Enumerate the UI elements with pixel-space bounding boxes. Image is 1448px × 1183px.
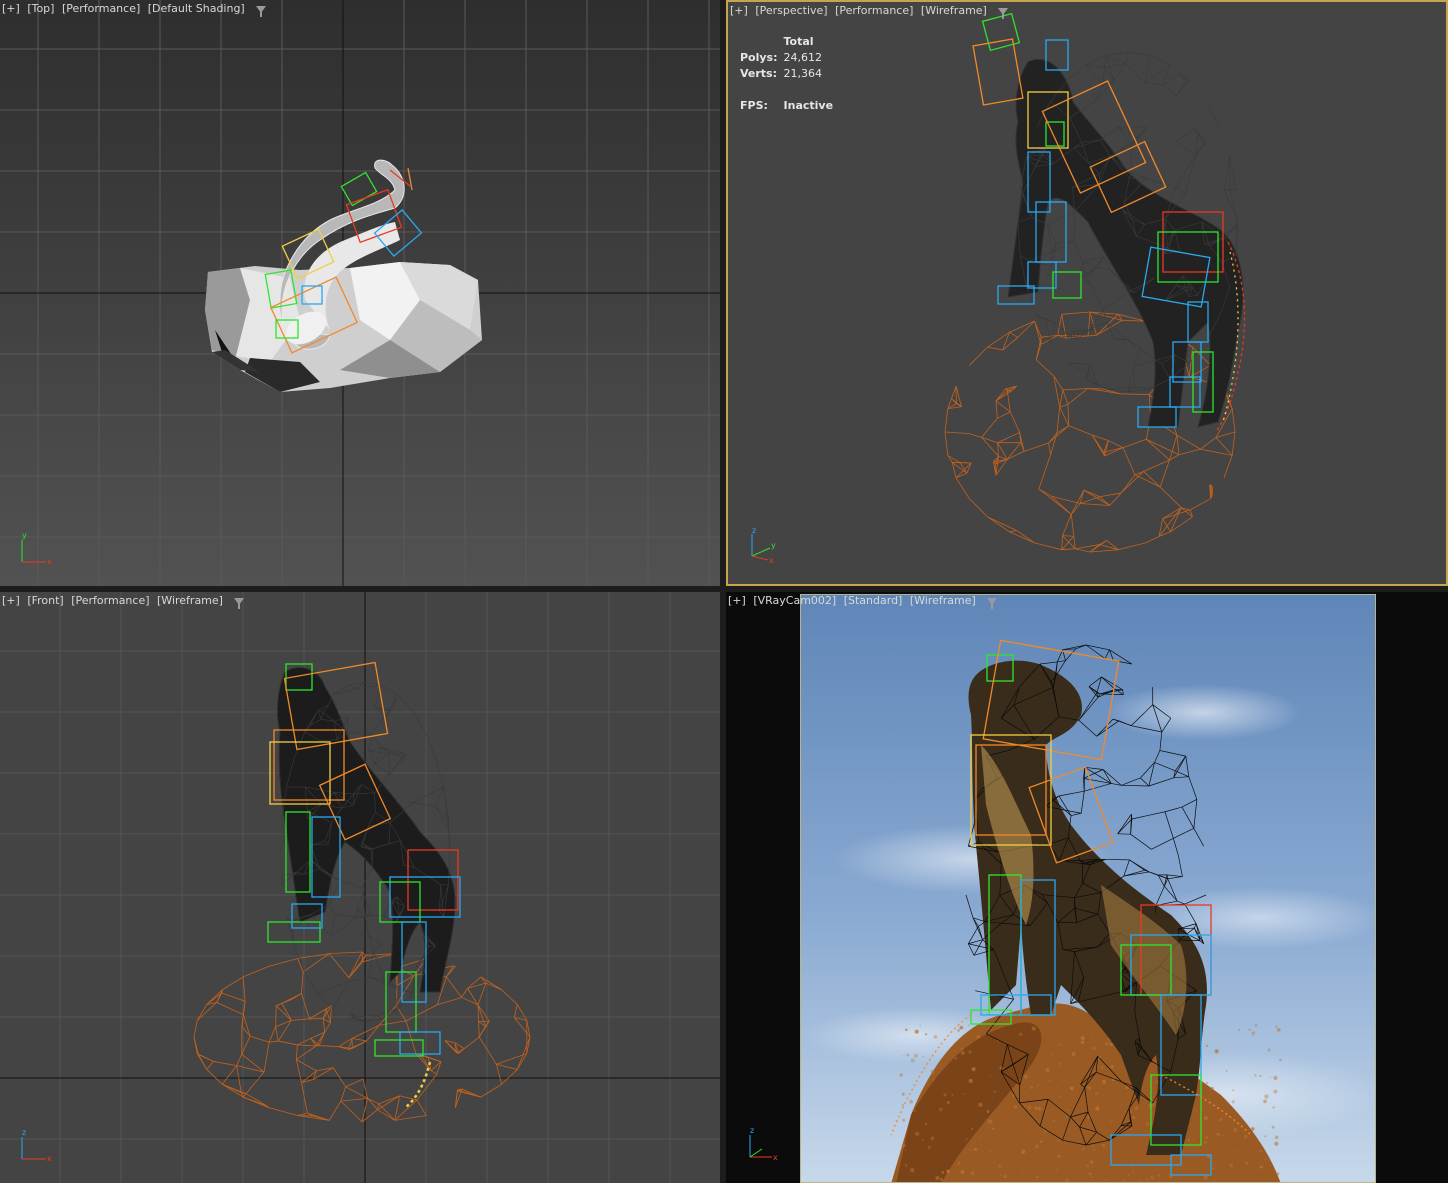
filter-icon[interactable] xyxy=(234,597,245,609)
viewport-front[interactable]: [+] [Front] [Performance] [Wireframe] z … xyxy=(0,592,720,1183)
cheetah-wireframe xyxy=(1007,51,1244,428)
svg-text:x: x xyxy=(773,1153,778,1162)
filter-icon[interactable] xyxy=(256,5,267,17)
performance-label[interactable]: [Performance] xyxy=(71,594,149,607)
svg-text:x: x xyxy=(47,557,52,566)
view-label[interactable]: [VRayCam002] xyxy=(753,594,836,607)
viewport-camera[interactable]: [+] [VRayCam002] [Standard] [Wireframe] … xyxy=(726,592,1448,1183)
svg-text:z: z xyxy=(752,526,756,535)
filter-icon[interactable] xyxy=(987,597,998,609)
svg-text:x: x xyxy=(47,1154,52,1163)
shading-label[interactable]: [Wireframe] xyxy=(157,594,223,607)
performance-label[interactable]: [Performance] xyxy=(62,2,140,15)
camera-scene xyxy=(890,639,1282,1182)
viewport-label: [+] [Perspective] [Performance] [Wirefra… xyxy=(730,4,1009,19)
axis-tripod-icon: z y x xyxy=(751,526,776,565)
polys-label: Polys: xyxy=(740,51,778,64)
view-label[interactable]: [Top] xyxy=(27,2,54,15)
shading-label[interactable]: [Wireframe] xyxy=(910,594,976,607)
rock-shaded xyxy=(205,262,482,392)
polys-value: 24,612 xyxy=(783,51,823,64)
svg-text:x: x xyxy=(769,556,774,565)
stats-header: Total xyxy=(783,35,814,48)
verts-value: 21,364 xyxy=(783,67,823,80)
viewport-menu-button[interactable]: [+] xyxy=(730,4,748,17)
viewport-label: [+] [Front] [Performance] [Wireframe] xyxy=(2,594,245,609)
viewport-perspective[interactable]: [+] [Perspective] [Performance] [Wirefra… xyxy=(726,0,1448,586)
viewport-menu-button[interactable]: [+] xyxy=(2,2,20,15)
statistics-overlay: Total Polys: 24,612 Verts: 21,364 FPS: Inac… xyxy=(740,34,839,114)
viewport-label: [+] [Top] [Performance] [Default Shading… xyxy=(2,2,267,17)
performance-label[interactable]: [Standard] xyxy=(844,594,903,607)
rock-wireframe xyxy=(944,311,1236,553)
verts-label: Verts: xyxy=(740,67,778,80)
viewport-menu-button[interactable]: [+] xyxy=(728,594,746,607)
fps-value: Inactive xyxy=(783,99,834,112)
rock-wireframe xyxy=(193,951,531,1123)
front-scene xyxy=(0,592,720,1183)
viewport-label: [+] [VRayCam002] [Standard] [Wireframe] xyxy=(728,594,998,609)
svg-text:z: z xyxy=(750,1126,754,1135)
viewport-top[interactable]: [+] [Top] [Performance] [Default Shading… xyxy=(0,0,720,586)
performance-label[interactable]: [Performance] xyxy=(835,4,913,17)
shading-label[interactable]: [Default Shading] xyxy=(148,2,245,15)
svg-text:y: y xyxy=(771,541,776,550)
axis-tripod-icon: y x xyxy=(21,531,52,566)
svg-text:z: z xyxy=(22,1128,26,1137)
view-label[interactable]: [Perspective] xyxy=(755,4,827,17)
axis-tripod-icon: z x xyxy=(749,1126,778,1162)
fps-label: FPS: xyxy=(740,99,768,112)
viewport-menu-button[interactable]: [+] xyxy=(2,594,20,607)
axis-tripod-icon: z x xyxy=(21,1128,52,1163)
camera-background-image xyxy=(800,594,1376,1183)
top-scene xyxy=(0,0,720,586)
view-label[interactable]: [Front] xyxy=(27,594,63,607)
svg-text:y: y xyxy=(22,531,27,540)
filter-icon[interactable] xyxy=(998,7,1009,19)
shading-label[interactable]: [Wireframe] xyxy=(921,4,987,17)
